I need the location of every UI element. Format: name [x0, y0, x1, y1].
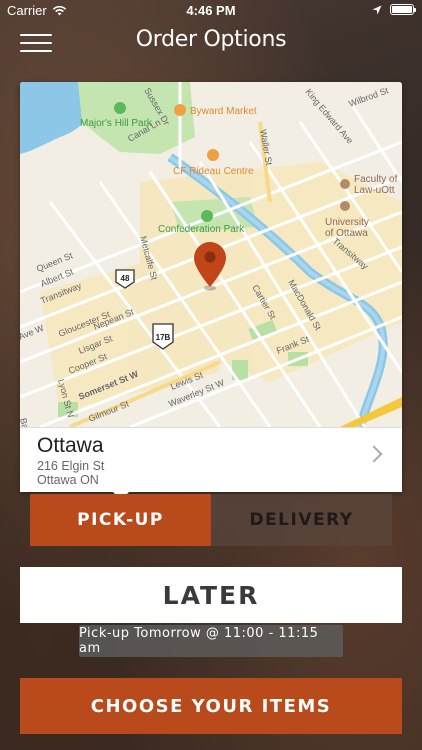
location-address: 216 Elgin St: [37, 459, 105, 473]
nav-bar: Order Options: [0, 22, 422, 66]
status-right: [372, 4, 416, 15]
order-mode-toggle: PICK-UP DELIVERY: [30, 494, 392, 546]
route-badge-label: 17B: [156, 333, 171, 342]
location-info-row[interactable]: Ottawa 216 Elgin St Ottawa ON: [20, 427, 402, 492]
later-button[interactable]: LATER: [20, 567, 402, 623]
shopping-poi-icon: [207, 149, 219, 161]
park-poi-icon: [201, 210, 213, 222]
park-poi-icon: [114, 102, 126, 114]
school-poi-icon: [340, 201, 350, 211]
poi-label: Faculty of: [354, 174, 398, 185]
choose-items-button[interactable]: CHOOSE YOUR ITEMS: [20, 678, 402, 734]
location-arrow-icon: [372, 5, 382, 14]
pickup-time-label: Pick-up Tomorrow @ 11:00 - 11:15 am: [79, 625, 343, 657]
location-city: Ottawa: [37, 434, 104, 457]
delivery-tab[interactable]: DELIVERY: [211, 494, 392, 546]
poi-label: Byward Market: [190, 106, 257, 117]
poi-label: Confederation Park: [158, 224, 245, 235]
status-time: 4:46 PM: [186, 3, 236, 18]
chevron-right-icon: [365, 445, 383, 463]
map-view[interactable]: Byward Market Major's Hill Park CF Ridea…: [20, 82, 402, 427]
poi-label: University: [325, 217, 369, 228]
poi-label: CF Rideau Centre: [173, 166, 254, 177]
pickup-tab[interactable]: PICK-UP: [30, 494, 211, 546]
status-bar: Carrier 4:46 PM: [0, 0, 422, 22]
battery-fill: [392, 6, 412, 13]
shopping-poi-icon: [174, 104, 186, 116]
page-title: Order Options: [135, 27, 287, 52]
poi-label: Law-uOtt: [354, 185, 395, 196]
route-badge-label: 48: [121, 274, 130, 283]
battery-icon: [390, 4, 416, 15]
location-card: Byward Market Major's Hill Park CF Ridea…: [20, 82, 402, 500]
school-poi-icon: [340, 179, 350, 189]
location-region: Ottawa ON: [37, 473, 99, 487]
poi-label: of Ottawa: [325, 228, 368, 239]
